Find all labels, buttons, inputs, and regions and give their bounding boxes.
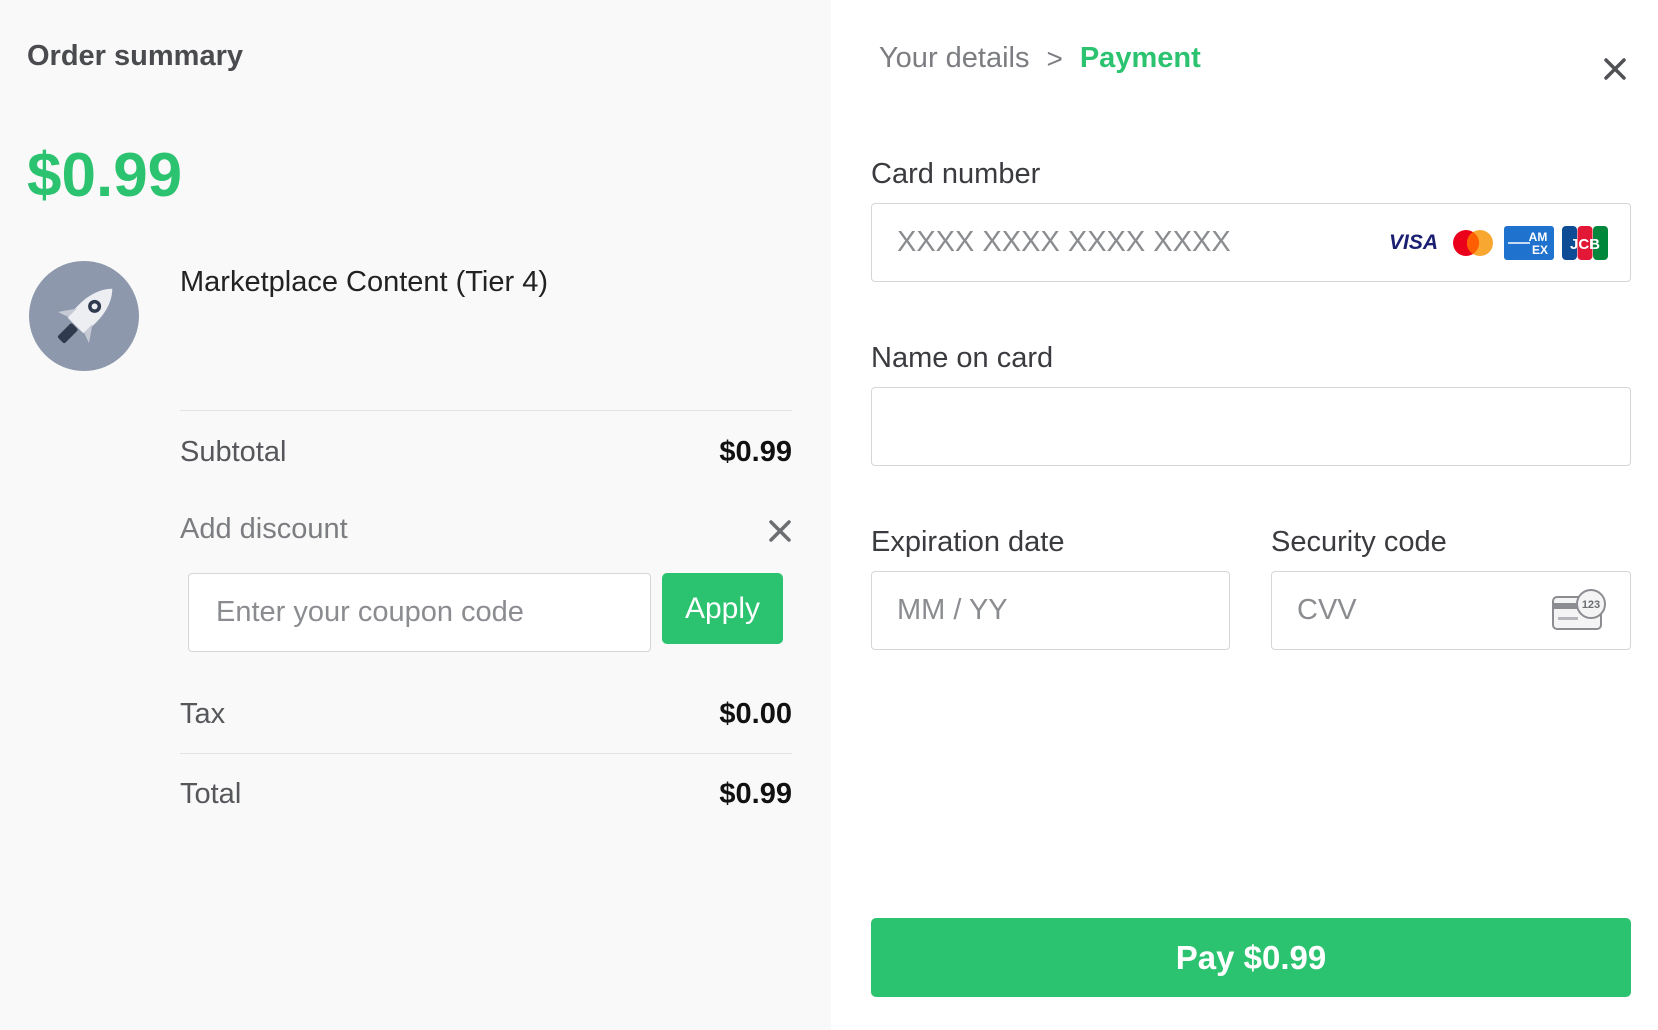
svg-text:EX: EX (1532, 243, 1548, 257)
breadcrumb: Your details > Payment (879, 42, 1201, 75)
jcb-icon: JCB (1562, 226, 1608, 260)
cvv-icon-digits: 123 (1582, 599, 1600, 611)
expiration-date-input[interactable] (872, 572, 1229, 649)
expiration-date-label: Expiration date (871, 526, 1065, 558)
cvv-card-icon: 123 (1552, 589, 1606, 630)
order-price: $0.99 (27, 141, 183, 210)
name-on-card-label: Name on card (871, 342, 1054, 374)
amex-icon: AM EX (1504, 226, 1554, 260)
name-on-card-input[interactable] (872, 388, 1630, 465)
card-brand-logos: VISA AM EX JCB (1389, 226, 1608, 260)
name-on-card-field (871, 387, 1631, 466)
tax-label: Tax (180, 698, 226, 730)
pay-button[interactable]: Pay $0.99 (871, 918, 1631, 997)
coupon-input[interactable] (188, 573, 651, 652)
payment-panel (831, 0, 1658, 1030)
close-icon[interactable] (1602, 56, 1628, 82)
total-value: $0.99 (719, 778, 792, 810)
svg-text:AM: AM (1529, 230, 1548, 244)
order-summary-panel: Order summary $0.99 Marketplace Content … (0, 0, 831, 1030)
apply-button[interactable]: Apply (662, 573, 783, 644)
card-number-field: VISA AM EX JCB (871, 203, 1631, 282)
expiration-date-field (871, 571, 1230, 650)
mastercard-icon (1453, 230, 1493, 256)
security-code-label: Security code (1271, 526, 1447, 558)
product-name: Marketplace Content (Tier 4) (180, 266, 549, 298)
rocket-icon (57, 288, 113, 344)
breadcrumb-your-details[interactable]: Your details (879, 42, 1029, 75)
subtotal-label: Subtotal (180, 436, 287, 468)
svg-text:JCB: JCB (1570, 236, 1600, 253)
close-discount-icon[interactable] (766, 517, 794, 545)
divider (180, 753, 792, 754)
security-code-field: 123 (1271, 571, 1631, 650)
subtotal-value: $0.99 (719, 436, 792, 468)
add-discount-label: Add discount (180, 513, 348, 545)
tax-value: $0.00 (719, 698, 792, 730)
card-number-label: Card number (871, 158, 1041, 190)
chevron-right-icon: > (1046, 42, 1063, 74)
total-label: Total (180, 778, 242, 810)
visa-icon: VISA (1388, 231, 1438, 254)
product-avatar (29, 261, 139, 371)
order-summary-title: Order summary (27, 40, 243, 72)
divider (180, 410, 792, 411)
breadcrumb-payment: Payment (1079, 42, 1201, 74)
